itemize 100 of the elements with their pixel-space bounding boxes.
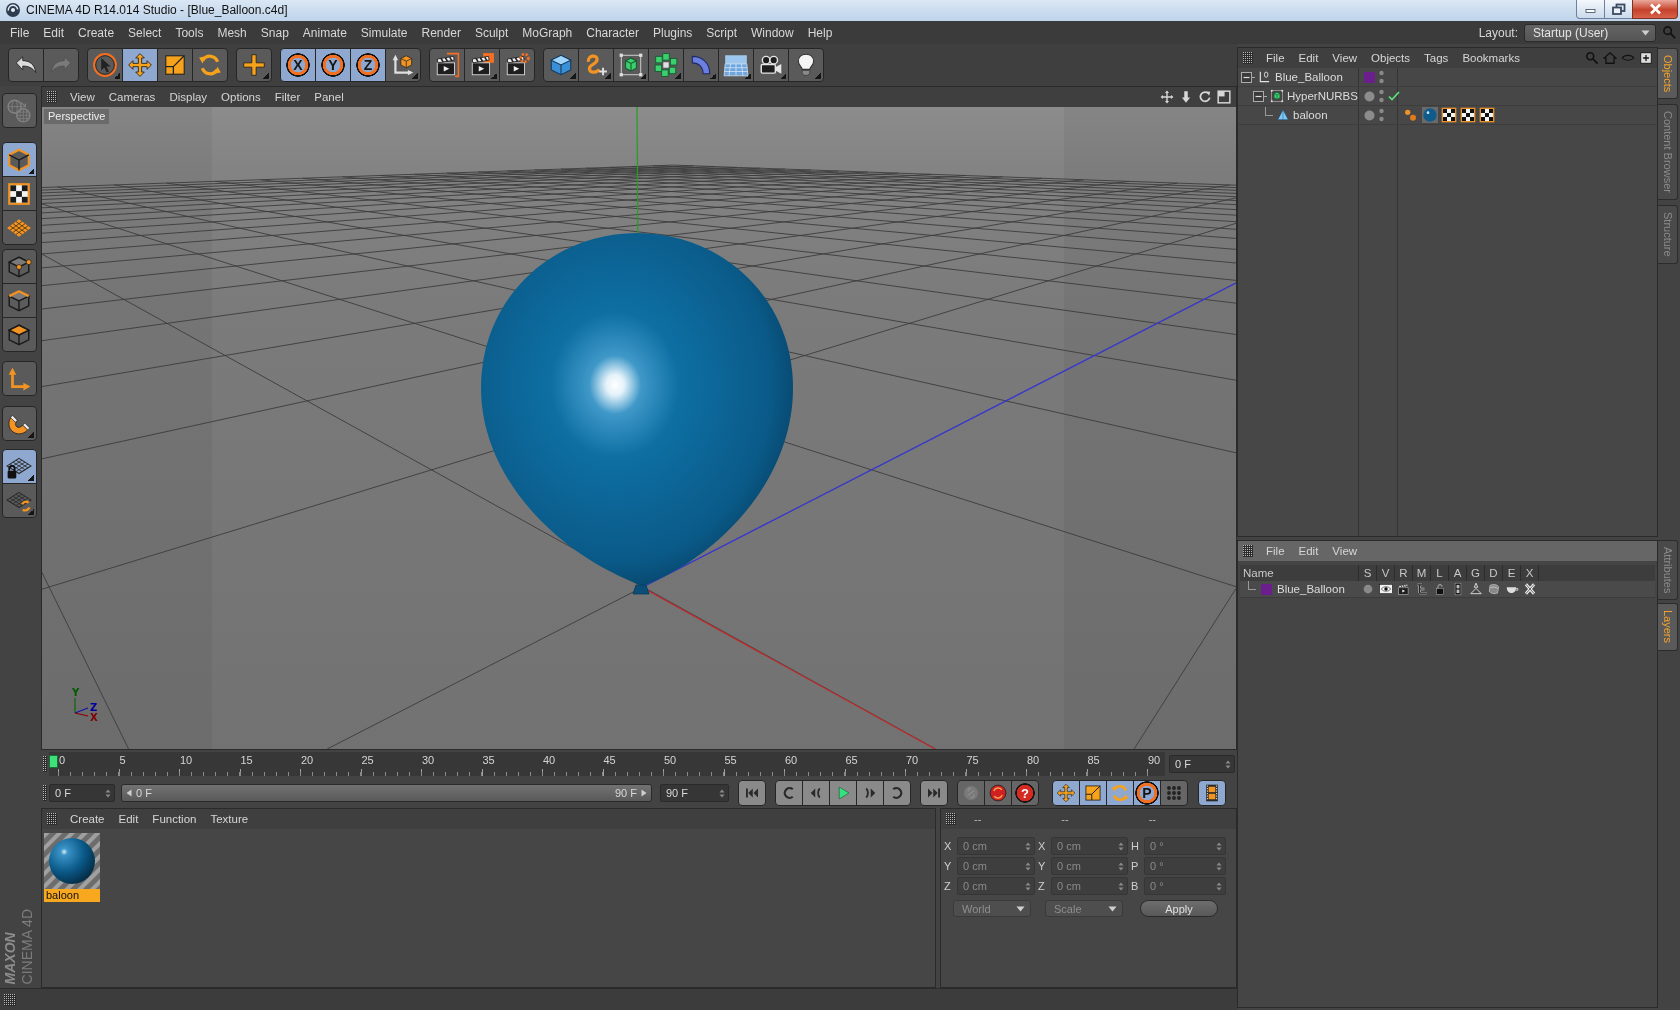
next-key-button[interactable] (883, 780, 911, 806)
next-frame-button[interactable] (856, 780, 884, 806)
menu-item[interactable]: Help (800, 22, 840, 43)
subdivision-button[interactable] (613, 48, 649, 82)
menu-item[interactable]: Bookmarks (1455, 52, 1527, 64)
object-name[interactable]: Blue_Balloon (1275, 71, 1343, 83)
axis-mode-button[interactable] (1, 361, 37, 396)
axis-lock-button[interactable]: X (280, 48, 316, 82)
deformer-icon[interactable] (1487, 582, 1501, 596)
floor-button[interactable] (718, 48, 754, 82)
rotation-key-button[interactable] (1106, 780, 1134, 806)
axis-lock-button[interactable]: Y (315, 48, 351, 82)
spline-button[interactable] (578, 48, 614, 82)
light-button[interactable] (788, 48, 824, 82)
material-name[interactable]: baloon (44, 889, 100, 902)
menu-item[interactable]: File (1259, 545, 1292, 557)
menu-item[interactable]: Options (214, 91, 268, 103)
menu-item[interactable]: Edit (111, 813, 146, 825)
material-preview[interactable] (44, 833, 100, 889)
menu-item[interactable]: Script (699, 22, 744, 43)
previous-key-button[interactable] (775, 780, 803, 806)
menu-item[interactable]: View (63, 91, 102, 103)
phong-tag-icon[interactable] (1403, 107, 1419, 123)
collapse-toggle[interactable] (1241, 71, 1255, 83)
previous-frame-button[interactable] (802, 780, 830, 806)
scale-tool-button[interactable] (157, 48, 193, 82)
menu-item[interactable]: Sculpt (467, 22, 516, 43)
visibility-dots-icon[interactable] (1379, 70, 1384, 84)
workplane-lock-button[interactable] (1, 449, 37, 484)
camera-button[interactable] (753, 48, 789, 82)
menu-item[interactable]: Display (162, 91, 215, 103)
position-key-button[interactable] (1052, 780, 1080, 806)
polygons-mode-button[interactable] (1, 317, 37, 352)
layer-dot-icon[interactable] (1364, 90, 1375, 102)
model-mode-button[interactable] (1, 142, 37, 177)
coordinate-system-button[interactable] (385, 48, 421, 82)
timeline-ruler[interactable]: 0 5 10 15 20 25 30 35 40 45 50 55 60 65 70 75 80 85 90 (49, 752, 1165, 776)
menu-item[interactable]: Snap (253, 22, 296, 43)
axis-lock-button[interactable]: Z (350, 48, 386, 82)
selection-tool-button[interactable] (87, 48, 123, 82)
menu-item[interactable]: Tools (168, 22, 211, 43)
playhead[interactable] (49, 755, 58, 768)
layer-name[interactable]: Blue_Balloon (1277, 583, 1345, 595)
menu-item[interactable]: Create (71, 22, 122, 43)
menu-item[interactable]: File (1259, 52, 1292, 64)
workplane-mode-button[interactable] (1, 210, 37, 245)
menu-item[interactable]: Simulate (353, 22, 415, 43)
menu-item[interactable]: Filter (267, 91, 308, 103)
panel-grip-icon[interactable] (1243, 545, 1253, 557)
menu-item[interactable]: Edit (1291, 545, 1326, 557)
menu-item[interactable]: Mesh (210, 22, 254, 43)
close-button[interactable] (1632, 0, 1678, 19)
undo-button[interactable] (8, 48, 44, 82)
new-panel-icon[interactable] (1639, 51, 1653, 65)
menu-item[interactable]: Objects (1364, 52, 1418, 64)
menu-item[interactable]: Render (414, 22, 468, 43)
cross-icon[interactable] (1523, 582, 1537, 596)
menu-item[interactable]: Create (63, 813, 112, 825)
deformer-button[interactable] (683, 48, 719, 82)
menu-item[interactable]: Edit (36, 22, 72, 43)
layout-toggle-icon[interactable] (1217, 90, 1231, 104)
menu-item[interactable]: Plugins (645, 22, 700, 43)
panel-grip-icon[interactable] (43, 756, 47, 772)
record-button[interactable] (984, 780, 1012, 806)
menu-item[interactable]: View (1325, 545, 1365, 557)
object-name[interactable]: baloon (1293, 109, 1328, 121)
menu-item[interactable]: Tags (1417, 52, 1456, 64)
start-frame-field[interactable]: 0 F (49, 784, 115, 802)
go-to-end-button[interactable] (920, 780, 948, 806)
panel-grip-icon[interactable] (4, 993, 16, 1006)
point-level-key-button[interactable] (1160, 780, 1188, 806)
menu-item[interactable]: Animate (295, 22, 354, 43)
checker-tag-icon[interactable] (1441, 107, 1457, 123)
layer-dot-icon[interactable] (1364, 109, 1375, 121)
texture-mode-button[interactable] (1, 176, 37, 211)
solo-dot-icon[interactable] (1361, 582, 1375, 596)
end-frame-field[interactable]: 90 F (660, 784, 729, 802)
clapperboard-icon[interactable] (1397, 582, 1411, 596)
parameter-key-button[interactable]: P (1133, 780, 1161, 806)
menu-item[interactable]: Character (579, 22, 646, 43)
menu-item[interactable]: Edit (1291, 52, 1326, 64)
menu-item[interactable]: Cameras (101, 91, 163, 103)
layout-dropdown[interactable]: Startup (User) (1524, 23, 1656, 42)
current-frame-field[interactable]: 0 F (1169, 755, 1235, 773)
panel-grip-icon[interactable] (1243, 52, 1253, 64)
check-icon[interactable] (1388, 90, 1400, 102)
cube-button[interactable] (543, 48, 579, 82)
tool-button[interactable] (236, 48, 272, 82)
panel-grip-icon[interactable] (47, 813, 57, 825)
menu-item[interactable]: Select (121, 22, 169, 43)
rotate-tool-button[interactable] (192, 48, 228, 82)
hierarchy-icon[interactable] (1415, 582, 1429, 596)
frame-range-slider[interactable]: 0 F 90 F (121, 784, 652, 802)
minimize-button[interactable] (1576, 0, 1605, 19)
timeline-button[interactable] (1198, 780, 1226, 806)
autokey-button[interactable]: ? (1011, 780, 1039, 806)
layer-color-swatch[interactable] (1364, 71, 1375, 83)
menu-item[interactable]: Panel (307, 91, 351, 103)
eye-icon[interactable] (1379, 582, 1393, 596)
film-strip-icon[interactable] (1451, 582, 1465, 596)
